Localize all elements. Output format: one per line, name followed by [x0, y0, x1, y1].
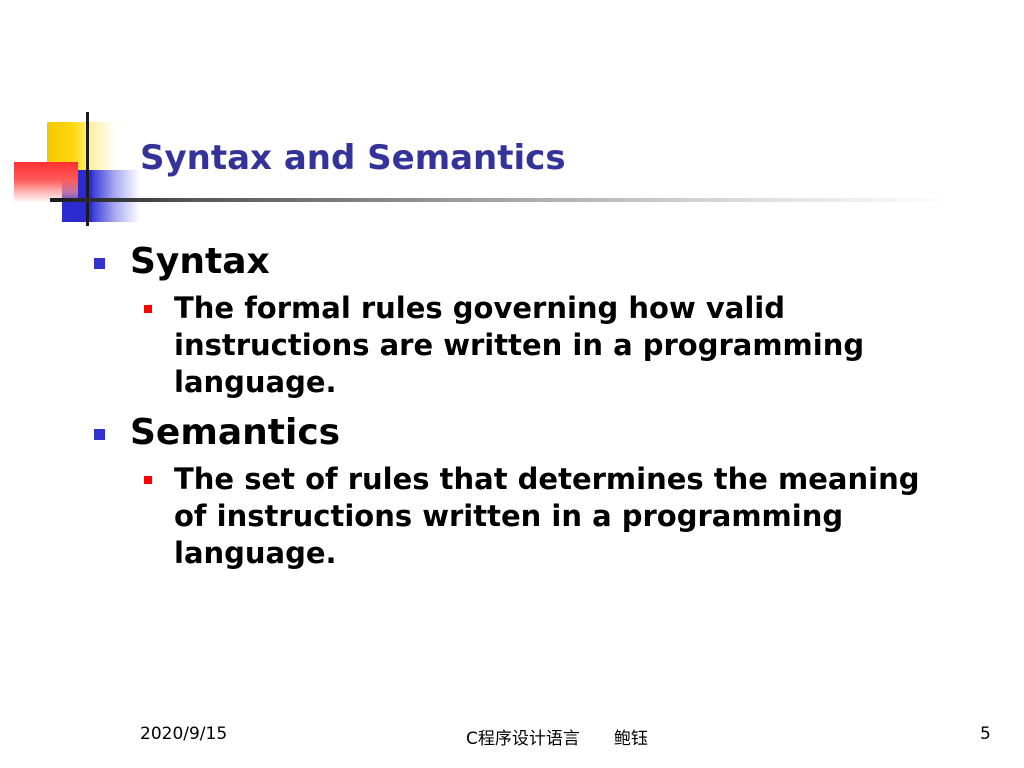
- footer-page-number: 5: [980, 724, 991, 744]
- slide: Syntax and Semantics Syntax The formal r…: [0, 0, 1024, 768]
- bullet-item-syntax: Syntax: [90, 240, 950, 284]
- decoration-vertical-line: [86, 112, 89, 226]
- sub-bullet-item-semantics: The set of rules that determines the mea…: [144, 461, 934, 572]
- footer-course-author: C程序设计语言 鲍钰: [466, 729, 648, 749]
- bullet-heading: Syntax: [130, 241, 270, 282]
- decoration-blue-fade: [92, 170, 140, 222]
- sub-bullet-item-syntax: The formal rules governing how valid ins…: [144, 290, 934, 401]
- square-bullet-icon: [94, 429, 105, 440]
- decoration-red-square: [14, 162, 78, 202]
- bullet-item-semantics: Semantics: [90, 411, 950, 455]
- sub-bullet-text: The set of rules that determines the mea…: [174, 462, 920, 570]
- square-bullet-icon: [144, 476, 152, 484]
- square-bullet-icon: [144, 305, 152, 313]
- bullet-heading: Semantics: [130, 412, 341, 453]
- square-bullet-icon: [94, 258, 105, 269]
- sub-bullet-text: The formal rules governing how valid ins…: [174, 291, 865, 399]
- decoration-yellow-fade: [85, 122, 115, 170]
- title-underline: [50, 198, 950, 202]
- slide-content: Syntax The formal rules governing how va…: [90, 240, 950, 572]
- slide-title: Syntax and Semantics: [140, 138, 566, 178]
- footer-date: 2020/9/15: [140, 724, 228, 744]
